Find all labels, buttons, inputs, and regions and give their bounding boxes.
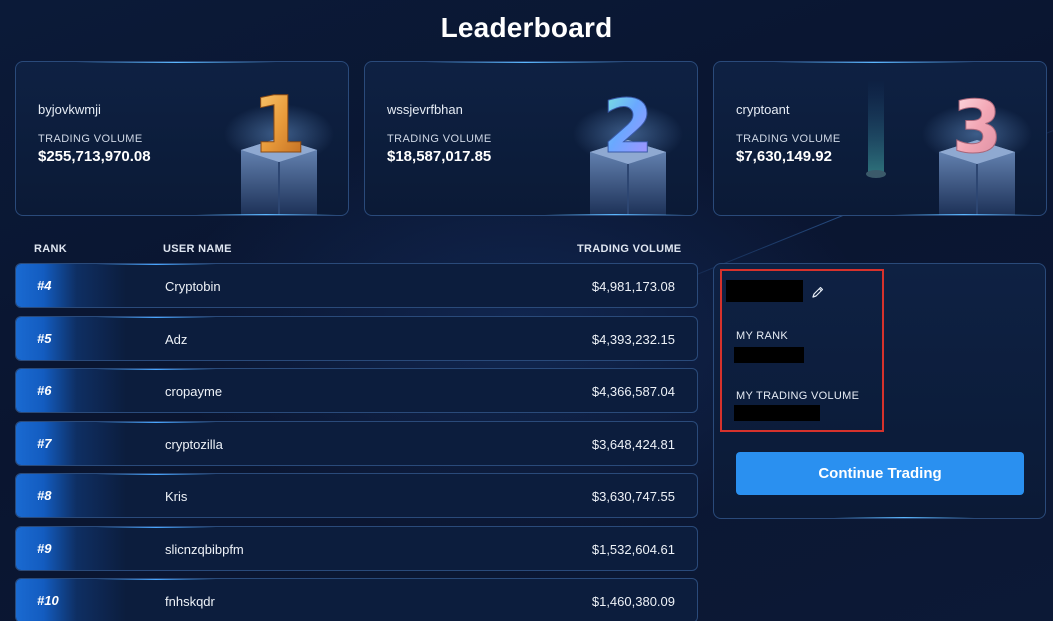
rank-badge [16, 422, 126, 465]
row-glow [96, 264, 216, 265]
table-row: #5 Adz $4,393,232.15 [15, 316, 698, 361]
card-glow [196, 214, 336, 215]
row-glow [96, 474, 216, 475]
table-row: #4 Cryptobin $4,981,173.08 [15, 263, 698, 308]
page-title: Leaderboard [440, 12, 613, 43]
podium-username: cryptoant [736, 102, 790, 117]
table-row: #10 fnhskqdr $1,460,380.09 [15, 578, 698, 621]
row-rank: #8 [37, 488, 52, 503]
my-volume-label: MY TRADING VOLUME [736, 390, 860, 402]
card-glow [894, 214, 1034, 215]
row-username: slicnzqbibpfm [165, 542, 244, 557]
row-rank: #5 [37, 331, 52, 346]
table-row: #8 Kris $3,630,747.55 [15, 473, 698, 518]
svg-text:2: 2 [602, 84, 654, 170]
header-username: USER NAME [163, 243, 232, 255]
row-glow [96, 317, 216, 318]
rank-badge [16, 264, 126, 307]
row-volume: $3,648,424.81 [591, 437, 675, 452]
row-glow [96, 422, 216, 423]
card-glow [545, 214, 685, 215]
row-volume: $4,393,232.15 [591, 332, 675, 347]
silver-trophy-pedestal-icon: 2 [573, 84, 683, 215]
row-volume: $1,532,604.61 [591, 542, 675, 557]
rank-badge [16, 317, 126, 360]
row-volume: $4,366,587.04 [591, 384, 675, 399]
redacted-rank-value [734, 347, 804, 363]
redacted-volume-value [734, 405, 820, 421]
row-glow [96, 579, 216, 580]
podium-volume-label: TRADING VOLUME [387, 133, 492, 145]
row-username: Cryptobin [165, 279, 221, 294]
row-rank: #4 [37, 278, 52, 293]
row-username: cryptozilla [165, 437, 223, 452]
row-volume: $1,460,380.09 [591, 594, 675, 609]
podium-card-second: wssjevrfbhan TRADING VOLUME $18,587,017.… [364, 61, 698, 216]
row-username: cropayme [165, 384, 223, 399]
table-row: #9 slicnzqbibpfm $1,532,604.61 [15, 526, 698, 571]
podium-volume-value: $18,587,017.85 [387, 148, 492, 165]
svg-text:3: 3 [952, 85, 1002, 169]
continue-trading-button[interactable]: Continue Trading [736, 452, 1024, 495]
card-glow [76, 62, 276, 63]
row-rank: #9 [37, 541, 52, 556]
rank-badge [16, 474, 126, 517]
podium-volume-value: $7,630,149.92 [736, 148, 832, 165]
row-volume: $3,630,747.55 [591, 489, 675, 504]
my-rank-label: MY RANK [736, 330, 789, 342]
svg-text:1: 1 [252, 81, 306, 171]
table-row: #6 cropayme $4,366,587.04 [15, 368, 698, 413]
podium-volume-label: TRADING VOLUME [38, 133, 143, 145]
bronze-trophy-pedestal-icon: 3 [922, 85, 1032, 215]
podium-username: wssjevrfbhan [387, 102, 463, 117]
row-rank: #6 [37, 383, 52, 398]
podium-card-third: cryptoant TRADING VOLUME $7,630,149.92 3 [713, 61, 1047, 216]
card-glow [834, 517, 974, 518]
redacted-username [726, 280, 803, 302]
row-rank: #10 [37, 593, 59, 608]
rank-badge [16, 579, 126, 621]
pencil-icon[interactable] [811, 285, 825, 299]
row-rank: #7 [37, 436, 52, 451]
row-volume: $4,981,173.08 [591, 279, 675, 294]
rank-badge [16, 369, 126, 412]
rank-badge [16, 527, 126, 570]
light-pillar-icon [866, 80, 886, 178]
podium-volume-value: $255,713,970.08 [38, 148, 151, 165]
card-glow [425, 62, 625, 63]
podium-username: byjovkwmji [38, 102, 101, 117]
gold-trophy-pedestal-icon: 1 [224, 81, 334, 215]
row-glow [96, 369, 216, 370]
podium-volume-label: TRADING VOLUME [736, 133, 841, 145]
row-username: fnhskqdr [165, 594, 215, 609]
row-glow [96, 527, 216, 528]
card-glow [774, 62, 974, 63]
header-trading-volume: TRADING VOLUME [577, 243, 682, 255]
row-username: Kris [165, 489, 188, 504]
header-rank: RANK [34, 243, 67, 255]
leaderboard-page: Leaderboard byjovkwmji TRADING VOLUME $2… [0, 0, 1053, 621]
row-username: Adz [165, 332, 188, 347]
podium-card-first: byjovkwmji TRADING VOLUME $255,713,970.0… [15, 61, 349, 216]
table-row: #7 cryptozilla $3,648,424.81 [15, 421, 698, 466]
